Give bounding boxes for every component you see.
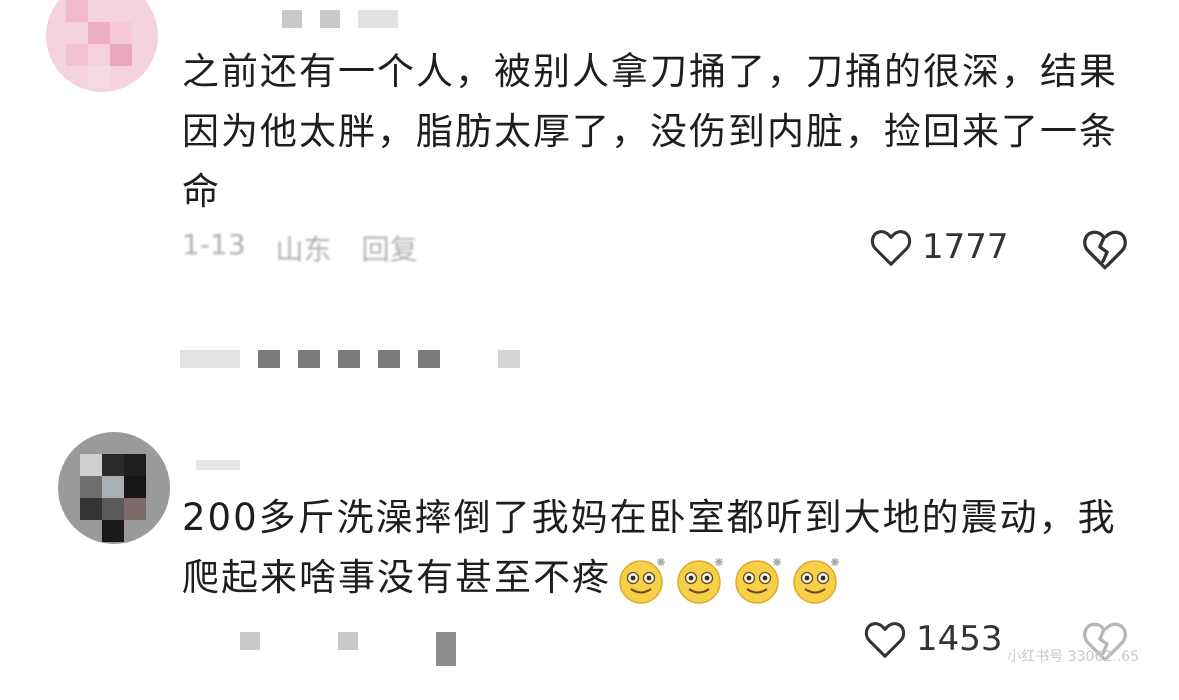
dizzy-smile-emoji (619, 557, 665, 604)
comment-text: 之前还有一个人，被别人拿刀捅了，刀捅的很深，结果因为他太胖，脂肪太厚了，没伤到内… (182, 50, 1118, 213)
like-count: 1777 (922, 227, 1009, 267)
dizzy-smile-emoji (735, 557, 781, 604)
comment-item: 200多斤洗澡摔倒了我妈在卧室都听到大地的震动，我爬起来啥事没有甚至不疼 145… (0, 420, 1179, 700)
like-button[interactable]: 1453 (862, 616, 1003, 662)
dizzy-smile-emoji (677, 557, 723, 604)
comment-text: 200多斤洗澡摔倒了我妈在卧室都听到大地的震动，我爬起来啥事没有甚至不疼 (182, 488, 1132, 608)
like-button[interactable]: 1777 (868, 224, 1009, 270)
username-blurred[interactable] (282, 10, 398, 28)
heart-outline-icon (870, 230, 912, 266)
reply-button[interactable]: 回复 (362, 228, 418, 268)
watermark: 小红书号 33062..65 (1007, 649, 1139, 665)
broken-heart-icon[interactable] (1080, 224, 1130, 274)
avatar[interactable] (46, 0, 158, 92)
dizzy-smile-emoji (793, 557, 839, 604)
avatar[interactable] (58, 432, 170, 544)
comment-location: 山东 (275, 233, 332, 266)
comment-meta: 1-13 山东 回复 (182, 228, 418, 268)
like-count: 1453 (916, 619, 1003, 659)
heart-outline-icon (864, 622, 906, 658)
username-blurred[interactable] (196, 460, 240, 478)
comment-item: 之前还有一个人，被别人拿刀捅了，刀捅的很深，结果因为他太胖，脂肪太厚了，没伤到内… (0, 0, 1179, 300)
view-replies-blurred[interactable] (180, 350, 520, 368)
comment-date: 1-13 (182, 228, 246, 261)
comment-meta-blurred (240, 632, 456, 666)
